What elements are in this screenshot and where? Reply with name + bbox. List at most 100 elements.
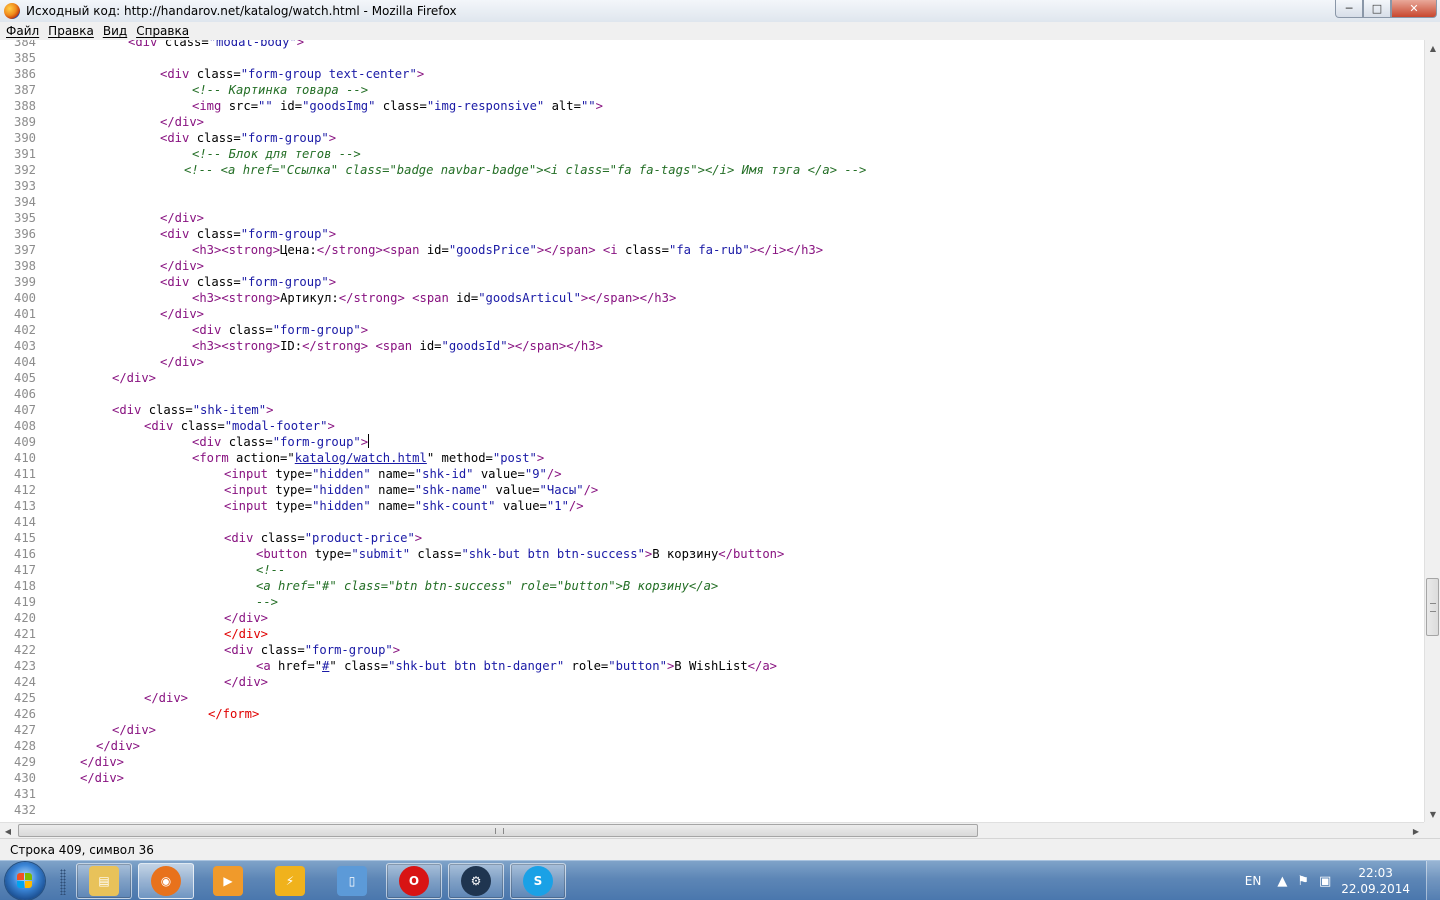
line-text: <h3><strong>ID:</strong> <span id="goods…: [192, 338, 603, 354]
code-token: </a>: [747, 659, 778, 673]
line-text: </div>: [224, 626, 268, 642]
code-token: alt=: [544, 99, 581, 113]
code-token: </div>: [160, 307, 205, 321]
line-text: <input type="hidden" name="shk-count" va…: [224, 498, 584, 514]
code-token: >: [327, 419, 335, 433]
code-token: <div: [160, 275, 197, 289]
code-token: >: [360, 435, 369, 449]
vertical-scroll-thumb[interactable]: [1426, 578, 1439, 636]
taskbar-notes-button[interactable]: ▯: [324, 863, 380, 899]
menu-help[interactable]: Справка: [136, 24, 189, 38]
close-button[interactable]: ✕: [1391, 0, 1437, 18]
code-token: <input: [224, 483, 276, 497]
action-center-flag-icon[interactable]: ⚑: [1297, 874, 1309, 889]
taskbar-firefox-button[interactable]: ◉: [138, 863, 194, 899]
code-line: 385: [0, 50, 64, 66]
scroll-right-arrow-icon[interactable]: ▶: [1408, 823, 1424, 839]
language-indicator[interactable]: EN: [1245, 874, 1262, 888]
clock[interactable]: 22:03 22.09.2014: [1341, 865, 1410, 897]
line-number: 395: [13, 211, 36, 225]
start-button[interactable]: [5, 862, 45, 900]
line-number: 393: [13, 179, 36, 193]
line-text: <div class="modal-body">: [128, 40, 304, 50]
taskbar-steam-button[interactable]: ⚙: [448, 863, 504, 899]
scroll-left-arrow-icon[interactable]: ◀: [0, 823, 16, 839]
show-hidden-icons-icon[interactable]: ▲: [1277, 874, 1287, 889]
code-token: >: [595, 99, 603, 113]
code-token: "form-group text-center": [240, 67, 417, 81]
line-number: 422: [13, 643, 36, 657]
line-text: </div>: [96, 738, 140, 754]
winamp-icon: ⚡: [275, 866, 305, 896]
code-token: name=: [370, 483, 415, 497]
line-number: 389: [13, 115, 36, 129]
taskbar-skype-button[interactable]: S: [510, 863, 566, 899]
taskbar-winamp-button[interactable]: ⚡: [262, 863, 318, 899]
code-token: class=: [180, 419, 225, 433]
line-number: 413: [13, 499, 36, 513]
horizontal-scrollbar[interactable]: ◀ ▶: [0, 822, 1424, 838]
line-text: </div>: [112, 370, 156, 386]
code-token: </strong><span: [316, 243, 427, 257]
code-token: <div: [160, 227, 197, 241]
clock-time: 22:03: [1358, 866, 1393, 880]
show-desktop-button[interactable]: [1426, 861, 1440, 900]
line-text: <a href="#" class="btn btn-success" role…: [256, 578, 718, 594]
scrollbar-corner: [1424, 822, 1440, 838]
code-line: 384 <div class="modal-body">: [0, 40, 304, 50]
minimize-button[interactable]: ─: [1335, 0, 1363, 18]
code-token: <div: [192, 435, 229, 449]
code-token: "shk-id": [414, 467, 474, 481]
code-token: </div>: [224, 611, 269, 625]
document-icon: ▯: [337, 866, 367, 896]
line-text: <h3><strong>Цена:</strong><span id="good…: [192, 242, 823, 258]
maximize-button[interactable]: □: [1363, 0, 1391, 18]
code-line: 392 <!-- <a href="Ссылка" class="badge na…: [0, 162, 866, 178]
line-number: 386: [13, 67, 36, 81]
code-token: "shk-name": [414, 483, 489, 497]
line-number: 409: [13, 435, 36, 449]
scroll-down-arrow-icon[interactable]: ▼: [1425, 806, 1440, 822]
scroll-up-arrow-icon[interactable]: ▲: [1425, 40, 1440, 56]
firefox-icon: [4, 3, 20, 19]
code-line: 400 <h3><strong>Артикул:</strong> <span i…: [0, 290, 676, 306]
title-bar: Исходный код: http://handarov.net/katalo…: [0, 0, 1440, 22]
code-token: <h3><strong>: [192, 291, 281, 305]
code-token: ": [329, 659, 337, 673]
taskbar-explorer-button[interactable]: ▤: [76, 863, 132, 899]
menu-file[interactable]: Файл: [6, 24, 39, 38]
taskbar-media-player-button[interactable]: ▶: [200, 863, 256, 899]
code-token: class=: [164, 40, 209, 49]
code-line: 398 </div>: [0, 258, 204, 274]
code-line: 417 <!--: [0, 562, 285, 578]
code-token: "shk-count": [414, 499, 496, 513]
code-token: <!--: [256, 563, 286, 577]
line-text: <!-- <a href="Ссылка" class="badge navba…: [184, 162, 866, 178]
code-token: "modal-footer": [224, 419, 328, 433]
code-token: В WishList: [674, 659, 748, 673]
code-token: class=: [196, 227, 241, 241]
code-token: <div: [192, 323, 229, 337]
line-text: <input type="hidden" name="shk-name" val…: [224, 482, 598, 498]
taskbar-opera-button[interactable]: O: [386, 863, 442, 899]
code-token: ID:: [280, 339, 303, 353]
code-token: "modal-body": [208, 40, 297, 49]
code-token[interactable]: katalog/watch.html: [295, 451, 427, 465]
code-token: <form: [192, 451, 237, 465]
source-code-view[interactable]: 384 <div class="modal-body"> 385 386 <div cl…: [0, 40, 1424, 822]
code-line: 402 <div class="form-group">: [0, 322, 368, 338]
code-line: 418 <a href="#" class="btn btn-success" r…: [0, 578, 718, 594]
code-token: <h3><strong>: [192, 339, 281, 353]
code-line: 390 <div class="form-group">: [0, 130, 336, 146]
code-token: "": [258, 99, 273, 113]
line-text: </div>: [160, 258, 204, 274]
line-number: 397: [13, 243, 36, 257]
vertical-scrollbar[interactable]: ▲ ▼: [1424, 40, 1440, 822]
horizontal-scroll-thumb[interactable]: [18, 824, 978, 837]
network-icon[interactable]: ▣: [1319, 874, 1331, 889]
menu-edit[interactable]: Правка: [48, 24, 94, 38]
line-text: </div>: [224, 610, 268, 626]
menu-view[interactable]: Вид: [103, 24, 127, 38]
line-text: <div class="form-group">: [160, 274, 336, 290]
code-line: 407 <div class="shk-item">: [0, 402, 273, 418]
